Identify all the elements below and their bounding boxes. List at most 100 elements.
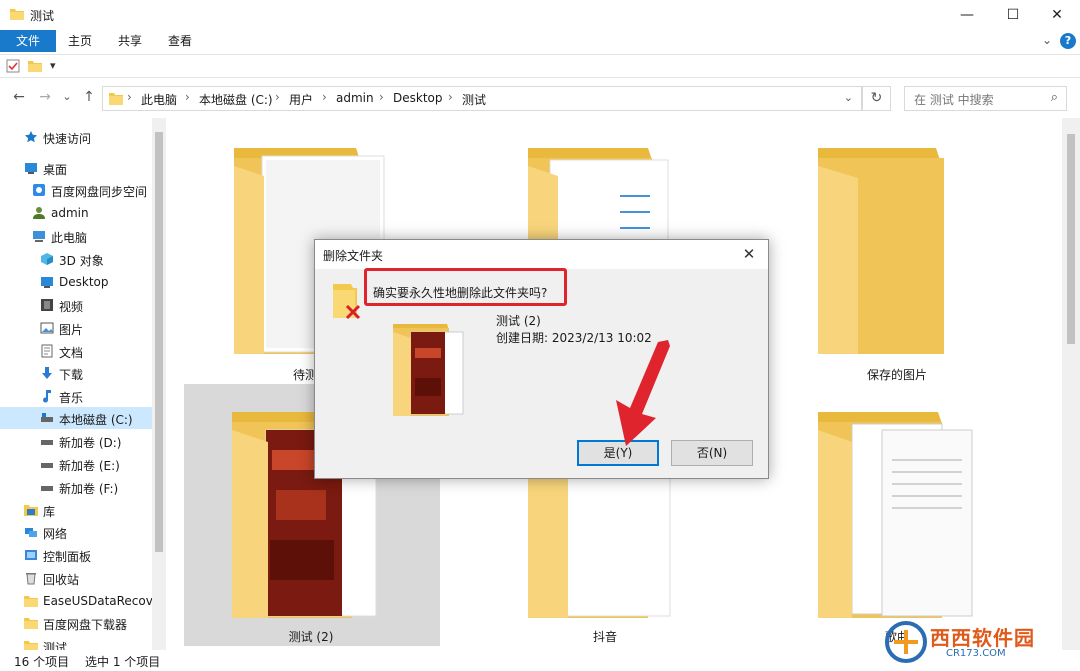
item-count: 16 个项目 — [14, 655, 70, 669]
sidebar-item-test[interactable]: 测试 — [0, 635, 152, 650]
sidebar-item-volume-f[interactable]: 新加卷 (F:) — [0, 476, 152, 498]
watermark-subtext: CR173.COM — [946, 648, 1006, 659]
folder-icon — [24, 618, 38, 629]
title-bar: 测试 — ☐ ✕ — [0, 0, 1080, 30]
new-folder-icon[interactable] — [28, 59, 42, 73]
back-button[interactable]: ← — [10, 88, 28, 106]
picture-icon — [40, 322, 54, 334]
folder-item[interactable]: 歌曲 — [812, 410, 982, 644]
breadcrumb-item[interactable]: 测试 — [462, 91, 486, 108]
help-button[interactable]: ? — [1060, 33, 1076, 49]
content-scrollbar[interactable] — [1062, 118, 1080, 650]
sidebar-item-control-panel[interactable]: 控制面板 — [0, 544, 152, 566]
dialog-close-button[interactable]: ✕ — [738, 243, 760, 265]
breadcrumb-separator: › — [448, 90, 453, 104]
desktop-icon — [25, 163, 37, 174]
navigation-bar: ← → ⌄ ↑ › 此电脑 › 本地磁盘 (C:) › 用户 › admin ›… — [0, 82, 1080, 114]
sidebar-item-quick-access[interactable]: 快速访问 — [0, 126, 152, 148]
tab-file[interactable]: 文件 — [0, 30, 56, 52]
breadcrumb-separator: › — [127, 90, 132, 104]
watermark: 西西软件园 CR173.COM — [884, 620, 1064, 664]
sidebar-item-baidu-sync[interactable]: 百度网盘同步空间 — [0, 179, 152, 201]
quick-access-toolbar: ▾ — [0, 54, 1080, 78]
cloud-sync-icon — [33, 184, 45, 196]
sidebar-item-easeus[interactable]: EaseUSDataRecov — [0, 590, 153, 612]
scrollbar-thumb[interactable] — [1067, 134, 1075, 344]
sidebar-item-library[interactable]: 库 — [0, 499, 152, 521]
sidebar-item-documents[interactable]: 文档 — [0, 340, 152, 362]
tab-home[interactable]: 主页 — [56, 30, 104, 52]
window-title: 测试 — [30, 9, 55, 23]
scrollbar-thumb[interactable] — [155, 132, 163, 552]
folder-icon — [24, 641, 38, 650]
computer-icon — [33, 231, 45, 242]
video-icon — [41, 299, 53, 311]
sidebar-scrollbar[interactable] — [152, 118, 166, 650]
up-button[interactable]: ↑ — [80, 88, 98, 106]
selection-count: 选中 1 个项目 — [85, 655, 161, 669]
download-icon — [42, 367, 52, 379]
ribbon-tabs: 文件 主页 共享 查看 ⌄ ? — [0, 30, 1080, 54]
highlight-annotation — [364, 268, 567, 306]
qat-dropdown-button[interactable]: ▾ — [50, 59, 56, 72]
dialog-folder-name: 测试 (2) — [496, 314, 541, 328]
navigation-pane: 快速访问 桌面 百度网盘同步空间 admin 此电脑 3D 对象 Desktop… — [0, 118, 166, 650]
breadcrumb-item[interactable]: Desktop — [393, 91, 443, 105]
recycle-bin-icon — [26, 573, 36, 585]
folder-icon — [24, 596, 38, 607]
breadcrumb-item[interactable]: 此电脑 — [141, 91, 177, 108]
tab-share[interactable]: 共享 — [106, 30, 154, 52]
recent-locations-button[interactable]: ⌄ — [60, 88, 74, 106]
watermark-logo-icon — [885, 621, 927, 663]
ribbon-expand-button[interactable]: ⌄ — [1040, 34, 1054, 48]
sidebar-item-local-disk-c[interactable]: 本地磁盘 (C:) — [0, 407, 152, 429]
maximize-button[interactable]: ☐ — [990, 0, 1036, 30]
music-icon — [43, 390, 51, 403]
drive-icon — [41, 440, 53, 445]
search-icon: ⌕ — [1050, 90, 1058, 105]
minimize-button[interactable]: — — [944, 0, 990, 30]
address-bar[interactable]: › 此电脑 › 本地磁盘 (C:) › 用户 › admin › Desktop… — [102, 86, 862, 111]
breadcrumb-separator: › — [379, 90, 384, 104]
properties-icon[interactable] — [6, 59, 20, 73]
arrow-annotation-icon — [616, 340, 670, 446]
close-button[interactable]: ✕ — [1034, 0, 1080, 30]
breadcrumb-item[interactable]: 本地磁盘 (C:) — [199, 91, 273, 108]
sidebar-item-volume-e[interactable]: 新加卷 (E:) — [0, 453, 152, 475]
sidebar-item-desktop-folder[interactable]: Desktop — [0, 271, 152, 293]
desktop-icon — [41, 277, 53, 288]
sidebar-item-volume-d[interactable]: 新加卷 (D:) — [0, 430, 152, 452]
network-icon — [25, 528, 37, 537]
cube-icon — [41, 253, 53, 265]
sidebar-item-this-pc[interactable]: 此电脑 — [0, 225, 152, 247]
address-dropdown-button[interactable]: ⌄ — [844, 91, 853, 104]
sidebar-item-music[interactable]: 音乐 — [0, 385, 152, 407]
dialog-title: 删除文件夹 — [323, 249, 384, 263]
no-button[interactable]: 否(N) — [671, 440, 753, 466]
dialog-title-bar: 删除文件夹 ✕ — [315, 240, 768, 269]
sidebar-item-baidu-downloader[interactable]: 百度网盘下载器 — [0, 612, 152, 634]
sidebar-item-downloads[interactable]: 下载 — [0, 362, 152, 384]
document-icon — [41, 344, 53, 358]
user-icon — [33, 207, 45, 219]
folder-icon — [109, 93, 123, 105]
refresh-button[interactable]: ↻ — [862, 86, 891, 111]
star-icon — [25, 131, 37, 143]
breadcrumb-item[interactable]: admin — [336, 91, 374, 105]
sidebar-item-videos[interactable]: 视频 — [0, 294, 152, 316]
sidebar-item-admin[interactable]: admin — [0, 202, 152, 224]
search-input[interactable]: 在 测试 中搜索 ⌕ — [904, 86, 1067, 111]
forward-button[interactable]: → — [36, 88, 54, 106]
folder-icon — [818, 412, 973, 618]
sidebar-item-network[interactable]: 网络 — [0, 521, 152, 543]
folder-icon — [10, 9, 24, 20]
breadcrumb-separator: › — [185, 90, 190, 104]
sidebar-item-3d-objects[interactable]: 3D 对象 — [0, 248, 152, 270]
sidebar-item-recycle-bin[interactable]: 回收站 — [0, 567, 152, 589]
breadcrumb-item[interactable]: 用户 — [289, 91, 313, 108]
folder-item[interactable]: 保存的图片 — [812, 146, 982, 382]
sidebar-item-desktop[interactable]: 桌面 — [0, 157, 152, 179]
breadcrumb-separator: › — [275, 90, 280, 104]
sidebar-item-pictures[interactable]: 图片 — [0, 317, 152, 339]
tab-view[interactable]: 查看 — [156, 30, 204, 52]
